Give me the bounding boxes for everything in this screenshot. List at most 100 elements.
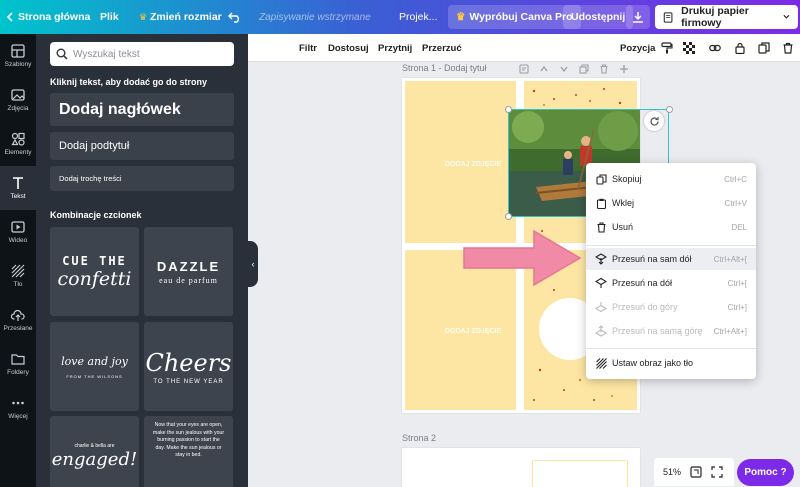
position-button[interactable]: Pozycja — [620, 34, 655, 62]
share-button[interactable]: Udostępnij — [563, 5, 634, 29]
menu-item-copy[interactable]: Skopiuj Ctrl+C — [586, 168, 756, 190]
chevron-up-icon[interactable] — [539, 64, 549, 74]
page1-title[interactable]: Strona 1 - Dodaj tytuł — [402, 63, 487, 73]
rail-label: Przesłane — [3, 325, 33, 332]
photo-placeholder[interactable]: DODAJ ZDJĘCIE — [405, 81, 516, 243]
search-input[interactable] — [73, 48, 223, 60]
file-menu[interactable]: Plik — [100, 0, 119, 34]
rail-item-elements[interactable]: Elementy — [0, 122, 36, 166]
rail-item-more[interactable]: Więcej — [0, 386, 36, 430]
help-button[interactable]: Pomoc ? — [737, 459, 794, 486]
project-title[interactable]: Projek... — [399, 0, 438, 34]
rail-label: Foldery — [7, 369, 29, 376]
combo-line2: engaged! — [51, 448, 138, 470]
crown-icon: ♛ — [139, 11, 148, 22]
font-combo-card[interactable]: Now that your eyes are open, make the su… — [144, 416, 233, 487]
menu-item-send-backward[interactable]: Przesuń na dół Ctrl+[ — [586, 272, 756, 294]
menu-item-bring-to-front[interactable]: Przesuń na samą górę Ctrl+Alt+] — [586, 320, 756, 342]
font-combo-card[interactable]: CUE THE confetti — [50, 227, 139, 316]
rail-label: Wideo — [8, 237, 28, 244]
rail-item-background[interactable]: Tło — [0, 254, 36, 298]
page2-title[interactable]: Strona 2 — [402, 433, 436, 443]
filter-button[interactable]: Filtr — [299, 34, 317, 62]
rail-item-templates[interactable]: Szablony — [0, 34, 36, 78]
add-heading-button[interactable]: Dodaj nagłówek — [50, 93, 234, 126]
page-grid-icon[interactable] — [690, 466, 702, 478]
elements-icon — [11, 132, 25, 146]
home-link[interactable]: Strona główna — [18, 0, 90, 34]
save-status: Zapisywanie wstrzymane — [259, 11, 371, 23]
page-2[interactable] — [402, 448, 640, 487]
font-combo-card[interactable]: charlie & bella are engaged! — [50, 416, 139, 487]
menu-item-label: Wklej — [612, 198, 634, 208]
resize-handle[interactable] — [666, 106, 673, 113]
undo-icon[interactable] — [228, 0, 242, 34]
send-backward-icon — [595, 277, 607, 289]
menu-item-set-background[interactable]: Ustaw obraz jako tło — [586, 352, 756, 374]
send-to-back-icon — [595, 253, 607, 265]
menu-item-shortcut: Ctrl+V — [724, 198, 747, 208]
resize-handle[interactable] — [505, 106, 512, 113]
delete-page-icon[interactable] — [599, 64, 609, 74]
add-subheading-button[interactable]: Dodaj podtytuł — [50, 132, 234, 160]
menu-item-label: Przesuń na sam dół — [612, 254, 692, 264]
fullscreen-icon[interactable] — [711, 466, 723, 478]
flip-button[interactable]: Przerzuć — [422, 34, 462, 62]
template-icon — [11, 44, 25, 58]
rail-label: Tekst — [10, 193, 26, 200]
resize-handle[interactable] — [505, 213, 512, 220]
menu-item-send-to-back[interactable]: Przesuń na sam dół Ctrl+Alt+[ — [586, 248, 756, 270]
folder-icon — [11, 354, 25, 365]
resize-button[interactable]: Zmień rozmiar — [150, 0, 222, 34]
menu-item-delete[interactable]: Usuń DEL — [586, 216, 756, 238]
menu-item-label: Przesuń na samą górę — [612, 326, 703, 336]
combo-line1: love and joy — [61, 354, 128, 368]
text-panel: Kliknij tekst, aby dodać go do strony Do… — [36, 34, 248, 487]
print-label: Drukuj papier firmowy — [681, 5, 749, 29]
duplicate-page-icon[interactable] — [579, 64, 589, 74]
transparency-icon[interactable] — [682, 34, 696, 62]
chevron-down-icon[interactable] — [559, 64, 569, 74]
zoom-level[interactable]: 51% — [663, 467, 681, 477]
trash-icon[interactable] — [781, 34, 795, 62]
rotate-icon — [649, 116, 659, 126]
rail-label: Zdjęcia — [7, 105, 29, 112]
menu-item-paste[interactable]: Wklej Ctrl+V — [586, 192, 756, 214]
rail-item-uploads[interactable]: Przesłane — [0, 298, 36, 342]
note-icon[interactable] — [519, 64, 529, 74]
menu-item-bring-forward[interactable]: Przesuń do góry Ctrl+] — [586, 296, 756, 318]
back-chevron-icon[interactable] — [6, 0, 14, 34]
rail-item-text[interactable]: Tekst — [0, 166, 36, 210]
rail-item-video[interactable]: Wideo — [0, 210, 36, 254]
add-page-icon[interactable] — [619, 64, 629, 74]
rail-item-folders[interactable]: Foldery — [0, 342, 36, 386]
try-pro-button[interactable]: ♛ Wypróbuj Canva Pro — [448, 5, 581, 29]
combos-title: Kombinacje czcionek — [50, 210, 142, 220]
adjust-button[interactable]: Dostosuj — [328, 34, 369, 62]
rail-label: Tło — [13, 281, 23, 288]
collapse-panel-button[interactable]: ‹ — [248, 241, 258, 287]
font-combo-card[interactable]: DAZZLE eau de parfum — [144, 227, 233, 316]
lock-icon[interactable] — [733, 34, 747, 62]
download-button[interactable] — [626, 5, 650, 29]
menu-item-shortcut: Ctrl+[ — [727, 278, 747, 288]
pointer-arrow — [463, 229, 582, 287]
rail-item-photos[interactable]: Zdjęcia — [0, 78, 36, 122]
crop-button[interactable]: Przytnij — [378, 34, 412, 62]
link-icon[interactable] — [708, 34, 722, 62]
menu-item-label: Usuń — [612, 222, 634, 232]
print-letterhead-button[interactable]: Drukuj papier firmowy — [655, 5, 798, 29]
left-rail: Szablony Zdjęcia Elementy Tekst Wideo Tł… — [0, 34, 36, 487]
font-combo-card[interactable]: Cheers TO THE NEW YEAR — [144, 322, 233, 411]
duplicate-icon[interactable] — [757, 34, 771, 62]
crown-icon: ♛ — [456, 11, 466, 23]
search-box[interactable] — [50, 42, 234, 66]
combo-line1: CUE THE — [62, 253, 127, 268]
paint-roller-icon[interactable] — [660, 34, 674, 62]
rotate-button[interactable] — [644, 111, 664, 131]
bring-to-front-icon — [595, 325, 607, 337]
add-body-button[interactable]: Dodaj trochę treści — [50, 166, 234, 191]
rail-label: Więcej — [8, 413, 28, 420]
combo-line2: eau de parfum — [159, 275, 218, 285]
font-combo-card[interactable]: love and joy FROM THE WILSONS — [50, 322, 139, 411]
